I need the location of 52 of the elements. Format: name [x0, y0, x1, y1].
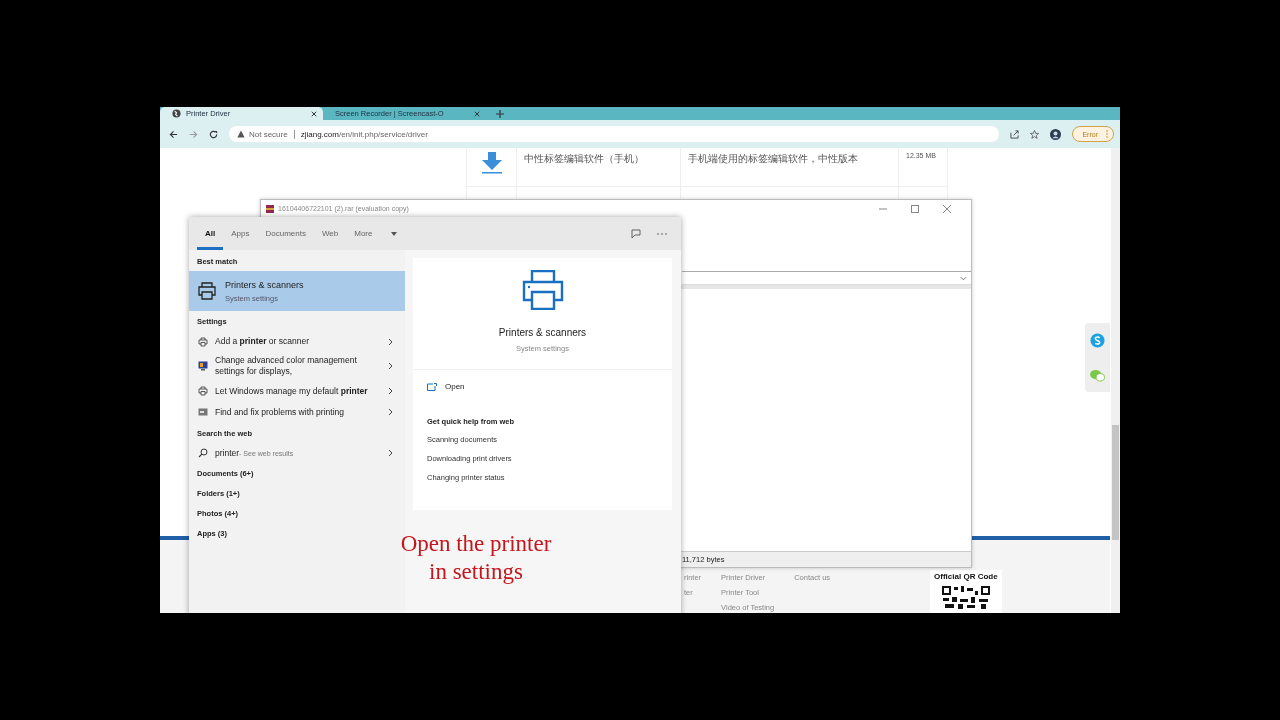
search-icon: [197, 448, 208, 459]
table-cell: 手机端使用的标签编辑软件，中性版本: [688, 153, 858, 164]
archive-icon: [266, 204, 274, 213]
window-icon: [197, 408, 208, 417]
filter-tab[interactable]: All: [197, 217, 224, 250]
chevron-right-icon: [388, 449, 393, 458]
open-window-icon: [427, 382, 437, 391]
table-cell: 中性标签编辑软件（手机）: [524, 153, 644, 164]
chevron-right-icon: [388, 362, 393, 371]
chat-bubbles-icon[interactable]: [1090, 368, 1105, 382]
star-icon[interactable]: [1030, 129, 1040, 139]
chevron-right-icon: [388, 387, 393, 396]
open-button[interactable]: Open: [413, 382, 672, 391]
chevron-down-icon[interactable]: [960, 275, 967, 281]
printer-icon: [521, 270, 564, 310]
filter-tab[interactable]: Documents: [257, 217, 314, 250]
caption-text: Open the printer in settings: [399, 530, 553, 586]
chat-icon[interactable]: [1090, 333, 1105, 349]
filter-tab[interactable]: Web: [313, 217, 347, 250]
close-icon[interactable]: [311, 110, 317, 117]
globe-icon: [172, 109, 181, 118]
profile-icon[interactable]: [1050, 128, 1062, 140]
more-options-icon[interactable]: [657, 232, 667, 235]
download-icon[interactable]: [479, 152, 504, 174]
maximize-icon[interactable]: [911, 204, 919, 213]
chevron-right-icon: [388, 337, 393, 346]
filter-tab[interactable]: More: [346, 217, 406, 250]
filter-tab[interactable]: Apps: [223, 217, 258, 250]
warning-icon: [237, 130, 245, 138]
path-dropdown[interactable]: [682, 271, 971, 285]
monitor-icon: [197, 361, 208, 372]
chevron-right-icon: [388, 408, 393, 417]
result-item[interactable]: Let Windows manage my default printer: [189, 380, 405, 402]
qr-title: Official QR Code: [934, 572, 998, 581]
result-item[interactable]: Change advanced color management settings for displays,: [189, 352, 405, 381]
result-item[interactable]: Find and fix problems with printing: [189, 401, 405, 423]
forward-icon[interactable]: [189, 129, 198, 139]
scrollbar-thumb[interactable]: [1112, 425, 1119, 540]
detail-title: Printers & scanners: [498, 327, 587, 338]
printer-icon: [197, 282, 217, 300]
qr-code: [940, 585, 991, 609]
printer-icon: [197, 386, 208, 397]
close-icon[interactable]: [474, 110, 480, 117]
share-icon[interactable]: [1010, 129, 1020, 139]
printer-icon: [197, 336, 208, 347]
caret-icon: [391, 231, 398, 236]
feedback-icon[interactable]: [631, 228, 641, 239]
back-icon[interactable]: [169, 129, 178, 139]
address-field[interactable]: Not secure zjiang.com/en/init.php/service/driver: [229, 126, 1000, 142]
result-item[interactable]: Add a printer or scanner: [189, 331, 405, 352]
new-tab-icon[interactable]: [496, 109, 504, 118]
reload-icon[interactable]: [209, 129, 218, 139]
